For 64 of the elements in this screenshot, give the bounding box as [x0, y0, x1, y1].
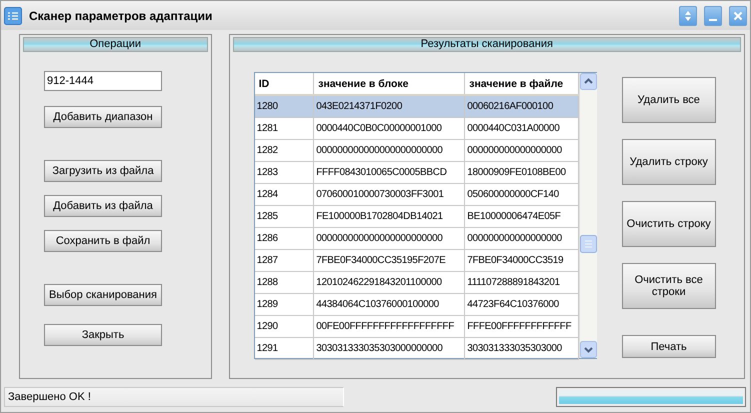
action-button[interactable]: Удалить строку: [622, 139, 716, 185]
app-icon: [4, 6, 22, 24]
column-header[interactable]: ID: [254, 73, 314, 95]
table-cell: 070600010000730003FF3001: [314, 184, 465, 206]
table-cell: 000000000000000000000000: [314, 140, 465, 162]
panel-title: Операции: [90, 38, 142, 51]
table-cell: 1286: [254, 228, 314, 250]
action-button[interactable]: Добавить диапазон: [44, 106, 162, 128]
table-cell: 44384064C10376000100000: [314, 294, 465, 316]
action-button[interactable]: Очистить все строки: [622, 263, 716, 309]
table-cell: 1289: [254, 294, 314, 316]
table-cell: 1280: [254, 95, 314, 118]
table-cell: 18000909FE0108BE00: [464, 162, 579, 184]
table-cell: FFFF0843010065C0005BBCD: [314, 162, 465, 184]
action-button[interactable]: Очистить строку: [622, 201, 716, 247]
close-button[interactable]: [729, 6, 747, 26]
table-cell: 1290: [254, 316, 314, 338]
table-cell: 1287: [254, 250, 314, 272]
table-cell: FE100000B1702804DB14021: [314, 206, 465, 228]
table-cell: 0000440C031A00000: [464, 118, 579, 140]
table-cell: 000000000000000000: [464, 228, 579, 250]
column-header[interactable]: значение в файле: [464, 73, 579, 95]
status-message: Завершено OK !: [4, 386, 344, 406]
table-cell: 1284: [254, 184, 314, 206]
action-button[interactable]: Выбор сканирования: [44, 284, 162, 306]
table-cell: 1281: [254, 118, 314, 140]
action-button[interactable]: Печать: [622, 335, 716, 358]
restore-button[interactable]: [679, 6, 697, 26]
minimize-icon: [709, 18, 717, 20]
table-cell: 44723F64C10376000: [464, 294, 579, 316]
table-cell: 1291: [254, 338, 314, 360]
window-title: Сканер параметров адаптации: [29, 8, 214, 22]
table-cell: 0000440C0B0C00000001000: [314, 118, 465, 140]
scroll-down-icon[interactable]: [580, 341, 598, 358]
table-cell: 1282: [254, 140, 314, 162]
table-cell: 1283: [254, 162, 314, 184]
table-cell: 303031333035303000000000: [314, 338, 465, 360]
scroll-up-icon[interactable]: [580, 73, 598, 90]
table-cell: 7FBE0F34000CC3519: [464, 250, 579, 272]
table-cell: 1285: [254, 206, 314, 228]
action-button[interactable]: Сохранить в файл: [44, 230, 162, 252]
panel-title: Результаты сканирования: [420, 38, 553, 51]
table-cell: BE10000006474E05F: [464, 206, 579, 228]
table-cell: 050600000000CF140: [464, 184, 579, 206]
table-cell: 000000000000000000: [464, 140, 579, 162]
table-cell: 00FE00FFFFFFFFFFFFFFFFFF: [314, 316, 465, 338]
action-button[interactable]: Загрузить из файла: [44, 160, 162, 182]
table-cell: 1288: [254, 272, 314, 294]
table-cell: 7FBE0F34000CC35195F207E: [314, 250, 465, 272]
action-button[interactable]: Удалить все: [622, 77, 716, 123]
minimize-button[interactable]: [704, 6, 722, 26]
table-cell: 000000000000000000000000: [314, 228, 465, 250]
scroll-thumb[interactable]: [580, 235, 598, 253]
table-cell: 00060216AF000100: [464, 95, 579, 118]
table-cell: 303031333035303000: [464, 338, 579, 360]
range-field[interactable]: 912-1444: [44, 71, 162, 91]
up-down-icon: [684, 10, 692, 22]
action-button[interactable]: Добавить из файла: [44, 195, 162, 217]
table-cell: 043E0214371F0200: [314, 95, 465, 118]
close-icon: [733, 10, 743, 20]
table-cell: FFFE00FFFFFFFFFFFF: [464, 316, 579, 338]
table-cell: 111107288891843201: [464, 272, 579, 294]
table-cell: 120102462291843201100000: [314, 272, 465, 294]
column-header[interactable]: значение в блоке: [314, 73, 465, 95]
